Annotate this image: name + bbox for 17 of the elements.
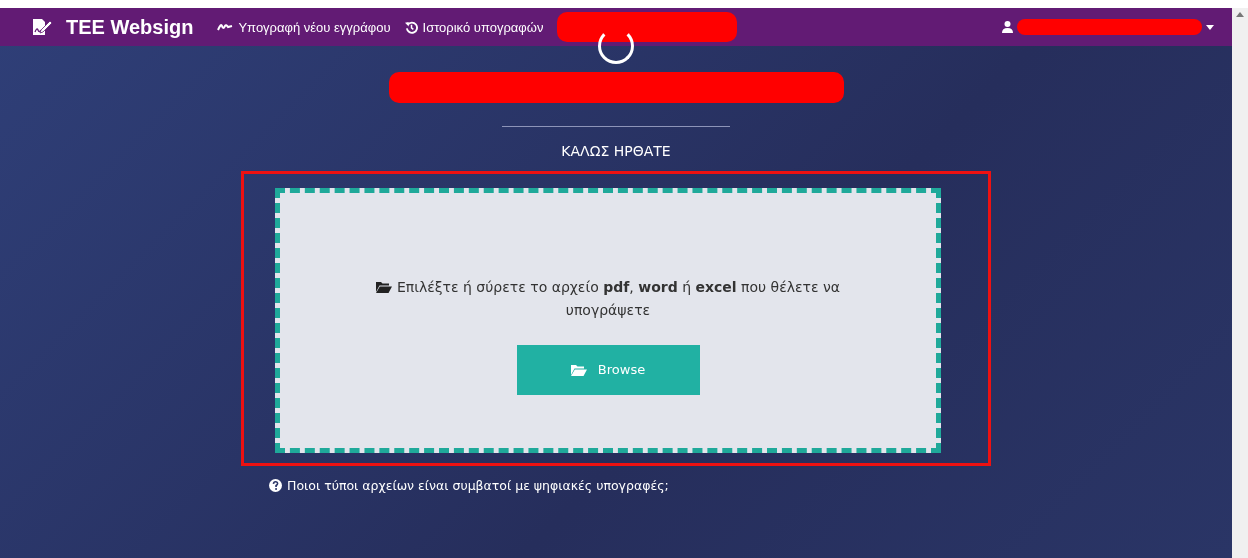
help-link[interactable]: Ποιοι τύποι αρχείων είναι συμβατοί με ψηφιακές υπογραφές; [287, 478, 669, 493]
history-icon [404, 20, 418, 34]
folder-icon [570, 363, 587, 376]
user-icon [1002, 21, 1013, 33]
help-icon [269, 479, 282, 492]
welcome-heading: ΚΑΛΩΣ ΗΡΘΑΤΕ [561, 143, 671, 159]
nav-link[interactable]: Υπογραφή νέου εγγράφου [217, 19, 391, 35]
signed-document-icon [32, 18, 52, 36]
folder-icon [375, 281, 392, 294]
scrollbar[interactable] [1232, 8, 1248, 558]
signature-icon [217, 22, 234, 32]
nav-link[interactable]: Ιστορικό υπογραφών [404, 19, 544, 35]
caret-down-icon[interactable] [1206, 24, 1214, 30]
drop-zone[interactable]: Επιλέξτε ή σύρετε το αρχείο pdf, word ή excel που θέλετε να υπογράψετε Browse [275, 188, 941, 453]
upload-instructions: Επιλέξτε ή σύρετε το αρχείο pdf, word ή excel που θέλετε να υπογράψετε [396, 279, 841, 318]
scroll-up-icon[interactable] [1236, 12, 1244, 17]
brand-title[interactable]: TEE Websign [66, 15, 194, 39]
